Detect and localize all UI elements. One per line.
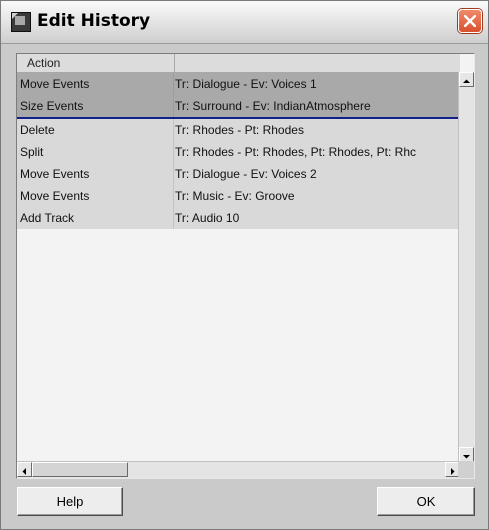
- scroll-up-button[interactable]: [459, 72, 474, 87]
- window-title: Edit History: [37, 11, 151, 31]
- row-action: Move Events: [20, 77, 90, 91]
- history-row[interactable]: Delete Tr: Rhodes - Pt: Rhodes: [17, 119, 460, 141]
- column-header-action[interactable]: Action: [17, 54, 175, 72]
- close-icon: [464, 15, 476, 27]
- row-action: Split: [20, 145, 44, 159]
- row-detail: Tr: Audio 10: [175, 211, 240, 225]
- close-button[interactable]: [458, 9, 482, 33]
- row-detail: Tr: Dialogue - Ev: Voices 1: [175, 77, 317, 91]
- column-divider: [173, 73, 174, 95]
- arrow-left-icon: [22, 468, 26, 475]
- row-detail: Tr: Rhodes - Pt: Rhodes, Pt: Rhodes, Pt:…: [175, 145, 416, 159]
- list-header: Action: [17, 54, 460, 73]
- row-detail: Tr: Rhodes - Pt: Rhodes: [175, 123, 304, 137]
- row-detail: Tr: Dialogue - Ev: Voices 2: [175, 167, 317, 181]
- row-detail: Tr: Music - Ev: Groove: [175, 189, 295, 203]
- history-row[interactable]: Move Events Tr: Dialogue - Ev: Voices 2: [17, 163, 460, 185]
- column-divider: [173, 141, 174, 163]
- history-row[interactable]: Add Track Tr: Audio 10: [17, 207, 460, 229]
- history-row[interactable]: Size Events Tr: Surround - Ev: IndianAtm…: [17, 95, 460, 117]
- scroll-down-button[interactable]: [459, 447, 474, 462]
- scroll-left-button[interactable]: [17, 462, 32, 477]
- column-header-detail[interactable]: [175, 54, 460, 72]
- title-bar[interactable]: Edit History: [1, 1, 488, 44]
- history-list[interactable]: Action Move Events Tr: Dialogue - Ev: Vo…: [16, 53, 475, 479]
- help-button[interactable]: Help: [17, 487, 123, 516]
- row-detail: Tr: Surround - Ev: IndianAtmosphere: [175, 99, 371, 113]
- vertical-scrollbar[interactable]: [458, 72, 474, 462]
- history-row[interactable]: Move Events Tr: Music - Ev: Groove: [17, 185, 460, 207]
- column-divider: [173, 207, 174, 229]
- arrow-up-icon: [463, 79, 470, 83]
- ok-button[interactable]: OK: [377, 487, 475, 516]
- column-divider: [173, 185, 174, 207]
- row-action: Move Events: [20, 167, 90, 181]
- column-divider: [173, 119, 174, 141]
- history-row[interactable]: Split Tr: Rhodes - Pt: Rhodes, Pt: Rhode…: [17, 141, 460, 163]
- horizontal-scroll-thumb[interactable]: [32, 462, 128, 477]
- scrollbar-corner: [458, 461, 474, 478]
- row-action: Delete: [20, 123, 55, 137]
- column-divider: [173, 163, 174, 185]
- row-action: Add Track: [20, 211, 75, 225]
- horizontal-scrollbar[interactable]: [17, 461, 460, 478]
- column-divider: [173, 95, 174, 117]
- edit-history-app-icon: [11, 12, 31, 32]
- row-action: Size Events: [20, 99, 84, 113]
- edit-history-window: Edit History Action Move Events Tr: Dial…: [0, 0, 489, 530]
- history-rows: Move Events Tr: Dialogue - Ev: Voices 1 …: [17, 73, 460, 229]
- row-action: Move Events: [20, 189, 90, 203]
- history-row[interactable]: Move Events Tr: Dialogue - Ev: Voices 1: [17, 73, 460, 95]
